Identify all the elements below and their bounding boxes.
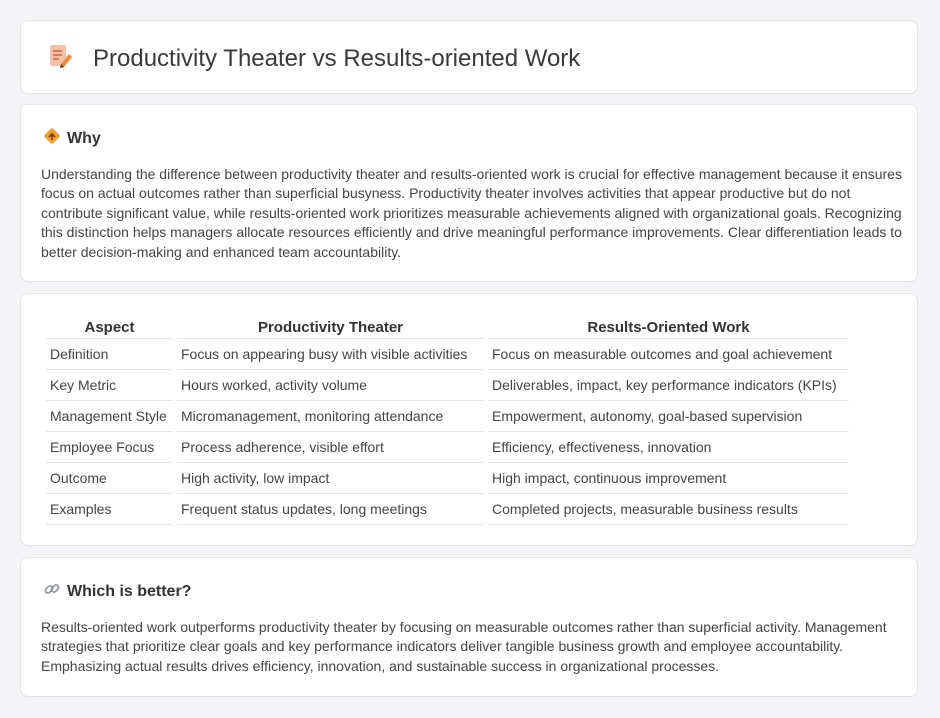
link-icon <box>43 580 61 603</box>
table-row: Employee Focus Process adherence, visibl… <box>46 432 849 463</box>
title-card: Productivity Theater vs Results-oriented… <box>20 20 918 94</box>
which-is-better-title: Which is better? <box>67 582 192 600</box>
cell-theater: Micromanagement, monitoring attendance <box>177 401 484 432</box>
which-is-better-text: Results-oriented work outperforms produc… <box>41 619 887 674</box>
comparison-table: Aspect Productivity Theater Results-Orie… <box>42 316 853 525</box>
document-pencil-icon <box>47 43 73 74</box>
cell-theater: Process adherence, visible effort <box>177 432 484 463</box>
why-title: Why <box>67 129 101 147</box>
page-title: Productivity Theater vs Results-oriented… <box>93 44 581 72</box>
why-section: Why Understanding the difference between… <box>20 104 918 282</box>
header-results-oriented: Results-Oriented Work <box>488 316 849 339</box>
cell-results: Completed projects, measurable business … <box>488 494 849 525</box>
table-row: Outcome High activity, low impact High i… <box>46 463 849 494</box>
comparison-section: Aspect Productivity Theater Results-Orie… <box>20 293 918 546</box>
cell-aspect: Employee Focus <box>46 432 173 463</box>
cell-aspect: Management Style <box>46 401 173 432</box>
cell-results: Deliverables, impact, key performance in… <box>488 370 849 401</box>
table-header-row: Aspect Productivity Theater Results-Orie… <box>46 316 849 339</box>
cell-theater: Focus on appearing busy with visible act… <box>177 339 484 370</box>
road-sign-icon <box>43 127 61 150</box>
cell-aspect: Definition <box>46 339 173 370</box>
header-aspect: Aspect <box>46 316 173 339</box>
cell-results: Efficiency, effectiveness, innovation <box>488 432 849 463</box>
header-productivity-theater: Productivity Theater <box>177 316 484 339</box>
table-row: Key Metric Hours worked, activity volume… <box>46 370 849 401</box>
table-row: Examples Frequent status updates, long m… <box>46 494 849 525</box>
cell-aspect: Key Metric <box>46 370 173 401</box>
why-text: Understanding the difference between pro… <box>41 166 902 260</box>
cell-results: Empowerment, autonomy, goal-based superv… <box>488 401 849 432</box>
table-row: Management Style Micromanagement, monito… <box>46 401 849 432</box>
cell-theater: Hours worked, activity volume <box>177 370 484 401</box>
cell-theater: High activity, low impact <box>177 463 484 494</box>
cell-aspect: Outcome <box>46 463 173 494</box>
which-is-better-section: Which is better? Results-oriented work o… <box>20 557 918 697</box>
cell-results: High impact, continuous improvement <box>488 463 849 494</box>
cell-aspect: Examples <box>46 494 173 525</box>
table-row: Definition Focus on appearing busy with … <box>46 339 849 370</box>
cell-theater: Frequent status updates, long meetings <box>177 494 484 525</box>
cell-results: Focus on measurable outcomes and goal ac… <box>488 339 849 370</box>
